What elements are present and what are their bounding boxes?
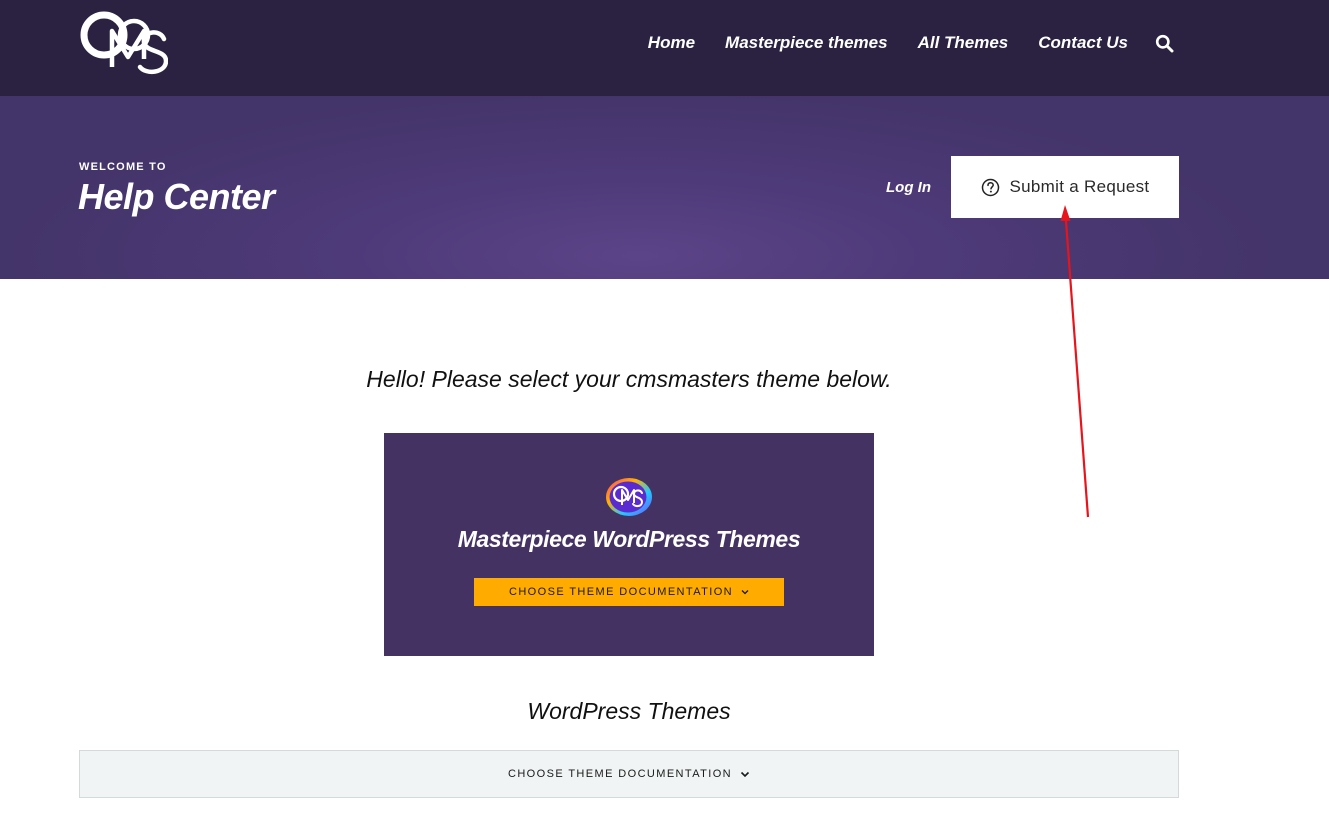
chevron-down-icon — [741, 589, 749, 595]
main-navigation: Home Masterpiece themes All Themes Conta… — [618, 0, 1174, 86]
wordpress-theme-documentation-select[interactable]: CHOOSE THEME DOCUMENTATION — [79, 750, 1179, 798]
submit-request-button[interactable]: Submit a Request — [951, 156, 1179, 218]
welcome-eyebrow: WELCOME TO — [79, 161, 167, 173]
submit-request-label: Submit a Request — [1009, 177, 1150, 196]
masterpiece-themes-card: Masterpiece WordPress Themes CHOOSE THEM… — [384, 433, 874, 656]
nav-masterpiece-themes-link[interactable]: Masterpiece themes — [725, 33, 888, 53]
wordpress-themes-heading: WordPress Themes — [527, 698, 731, 724]
nav-contact-us-link[interactable]: Contact Us — [1038, 33, 1128, 53]
question-circle-icon — [981, 178, 1000, 197]
intro-text: Hello! Please select your cmsmasters the… — [366, 366, 892, 392]
choose-theme-documentation-label: CHOOSE THEME DOCUMENTATION — [508, 586, 734, 598]
cms-logo-icon[interactable] — [78, 9, 168, 77]
chevron-down-icon — [740, 771, 750, 778]
search-icon[interactable] — [1155, 34, 1174, 53]
card-title: Masterpiece WordPress Themes — [457, 526, 801, 552]
page-title: Help Center — [78, 176, 275, 217]
nav-all-themes-link[interactable]: All Themes — [918, 33, 1009, 53]
hero-banner: WELCOME TO Help Center Log In Submit a R… — [0, 96, 1329, 279]
cms-gradient-logo-icon — [604, 475, 654, 519]
nav-home-link[interactable]: Home — [648, 33, 695, 53]
top-navigation-bar: Home Masterpiece themes All Themes Conta… — [0, 0, 1329, 96]
log-in-link[interactable]: Log In — [886, 179, 931, 196]
choose-theme-documentation-button[interactable]: CHOOSE THEME DOCUMENTATION — [474, 578, 784, 606]
wordpress-select-label: CHOOSE THEME DOCUMENTATION — [507, 768, 733, 780]
